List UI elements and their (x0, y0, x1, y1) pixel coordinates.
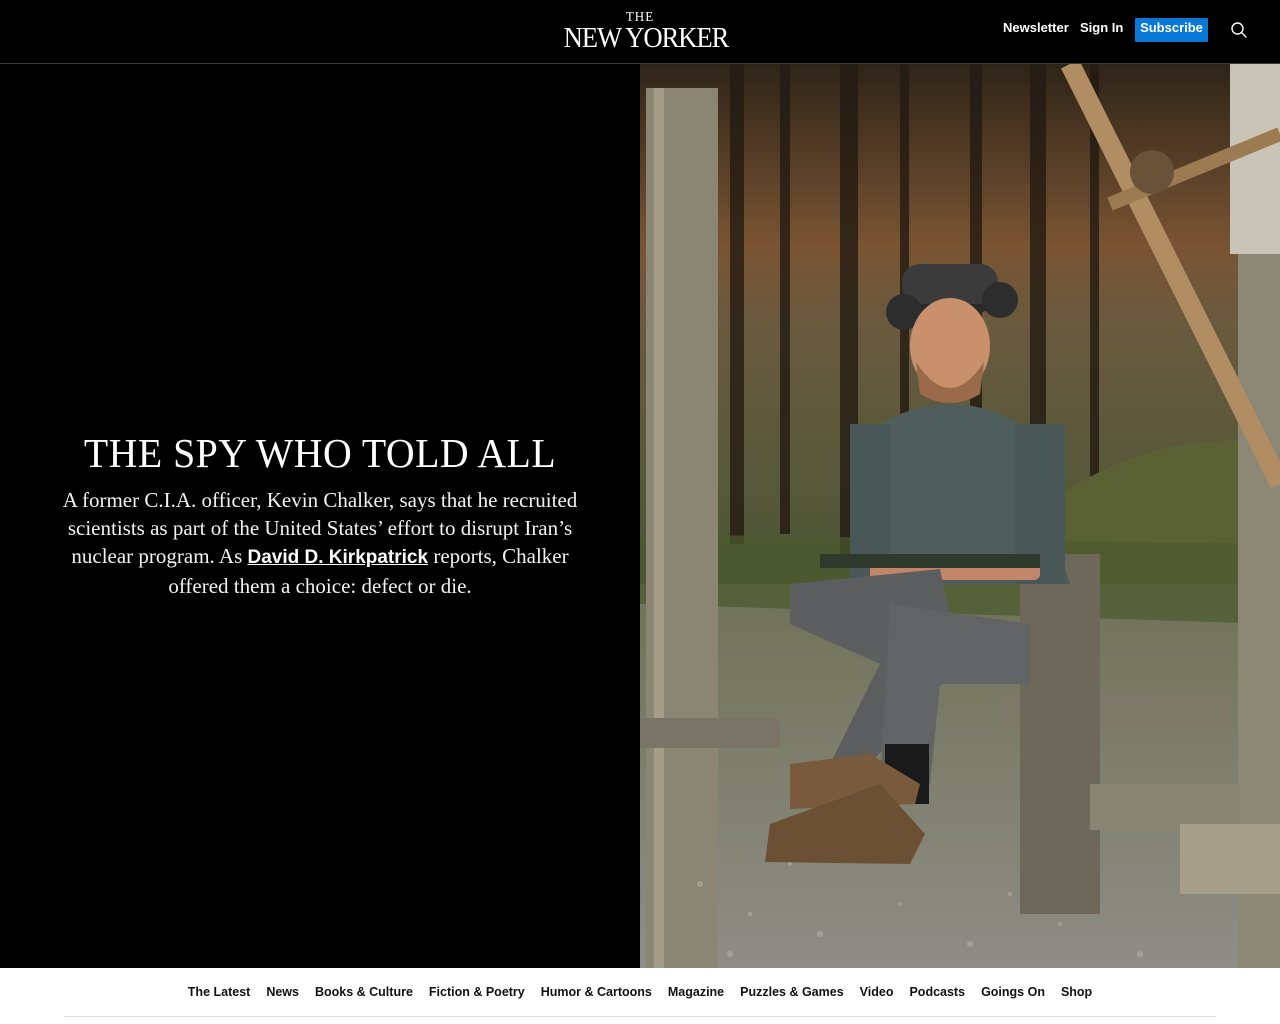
hero-title[interactable]: THE SPY WHO TOLD ALL (48, 429, 591, 477)
nav-item-shop: Shop (1061, 983, 1092, 1001)
new-yorker-logo[interactable]: THE NEW YORKER (557, 9, 730, 54)
author-link[interactable]: David D. Kirkpatrick (248, 547, 429, 568)
nav-link-video[interactable]: Video (860, 985, 894, 999)
hero-text-panel: THE SPY WHO TOLD ALL A former C.I.A. off… (0, 64, 640, 968)
nav-item-podcasts: Podcasts (909, 983, 965, 1001)
nav-item-video: Video (860, 983, 894, 1001)
nav-link-podcasts[interactable]: Podcasts (909, 985, 965, 999)
nav-item-magazine: Magazine (668, 983, 724, 1001)
search-icon[interactable] (1230, 21, 1248, 39)
nav-item-books-culture: Books & Culture (315, 983, 413, 1001)
nav-link-goings-on[interactable]: Goings On (981, 985, 1045, 999)
nav-item-news: News (266, 983, 299, 1001)
nav-link-news[interactable]: News (266, 985, 299, 999)
logo-main-text: NEW YORKER (563, 22, 730, 54)
nav-link-shop[interactable]: Shop (1061, 985, 1092, 999)
section-navigation: The Latest News Books & Culture Fiction … (0, 968, 1280, 1024)
header-actions: Newsletter Sign In Subscribe (980, 0, 1280, 64)
nav-item-humor-cartoons: Humor & Cartoons (541, 983, 652, 1001)
sign-in-link[interactable]: Sign In (1080, 20, 1123, 35)
hero-photo[interactable] (640, 64, 1280, 968)
hero-dek: A former C.I.A. officer, Kevin Chalker, … (60, 486, 580, 600)
nav-link-humor-cartoons[interactable]: Humor & Cartoons (541, 985, 652, 999)
site-header: THE NEW YORKER Newsletter Sign In Subscr… (0, 0, 1280, 64)
nav-item-fiction-poetry: Fiction & Poetry (429, 983, 525, 1001)
nav-item-the-latest: The Latest (188, 983, 251, 1001)
nav-link-puzzles-games[interactable]: Puzzles & Games (740, 985, 844, 999)
nav-divider (64, 1016, 1216, 1017)
nav-link-books-culture[interactable]: Books & Culture (315, 985, 413, 999)
hero-photo-illustration (640, 64, 1280, 968)
nav-item-puzzles-games: Puzzles & Games (740, 983, 844, 1001)
nav-link-fiction-poetry[interactable]: Fiction & Poetry (429, 985, 525, 999)
newsletter-link[interactable]: Newsletter (1003, 20, 1069, 35)
nav-link-magazine[interactable]: Magazine (668, 985, 724, 999)
subscribe-button[interactable]: Subscribe (1135, 18, 1208, 42)
section-nav-list: The Latest News Books & Culture Fiction … (0, 968, 1280, 1016)
nav-item-goings-on: Goings On (981, 983, 1045, 1001)
nav-link-the-latest[interactable]: The Latest (188, 985, 251, 999)
